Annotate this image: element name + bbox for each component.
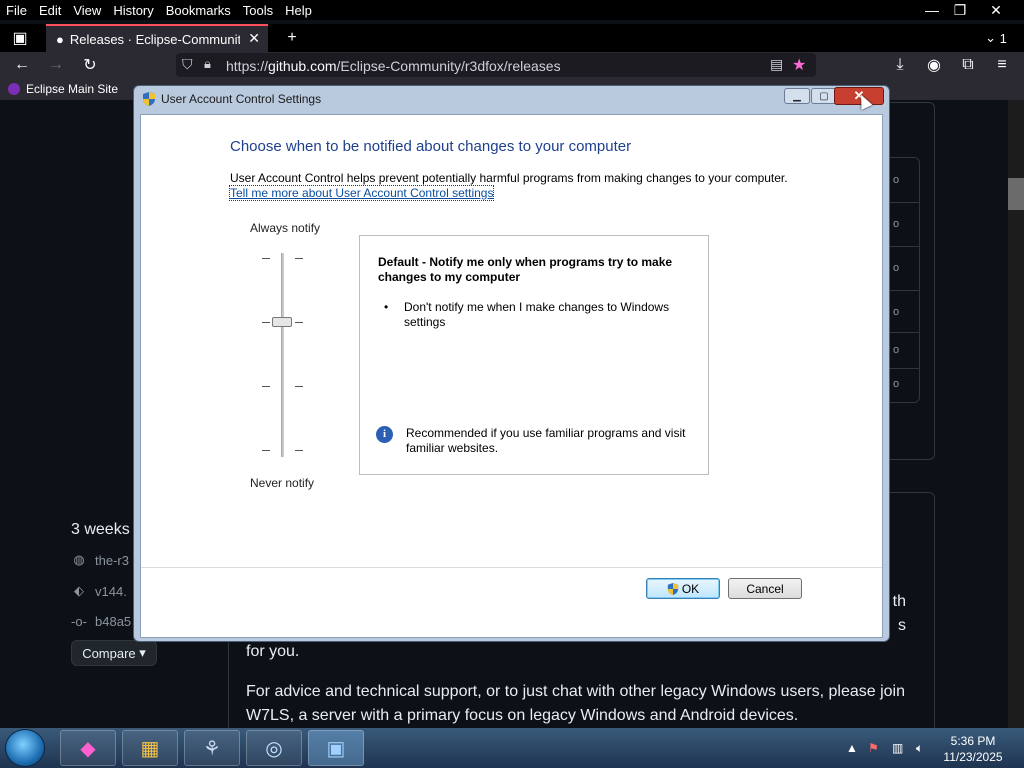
lock-icon[interactable]: 🔒︎	[204, 56, 211, 72]
text-for-you: for you.	[246, 643, 300, 660]
uac-slider-track[interactable]	[281, 253, 284, 457]
tab-count-button[interactable]: ⌄ 1	[978, 27, 1014, 49]
text-support-2: W7LS, a server with a primary focus on l…	[246, 707, 799, 724]
avatar: ◍	[73, 552, 85, 567]
system-clock[interactable]: 5:36 PM 11/23/2025	[938, 733, 1008, 765]
dialog-body: Choose when to be notified about changes…	[140, 114, 883, 638]
setting-description-box: Default - Notify me only when programs t…	[359, 235, 709, 475]
text-fragment-s: s	[898, 617, 906, 634]
slider-tick	[295, 450, 303, 451]
label-never-notify: Never notify	[250, 476, 315, 490]
dialog-separator	[141, 567, 882, 568]
commit-icon: -o-	[71, 613, 87, 629]
uac-shield-icon	[143, 92, 155, 106]
slider-tick	[295, 386, 303, 387]
slider-tick	[295, 322, 303, 323]
slider-tick	[262, 450, 270, 451]
eclipse-icon	[8, 83, 20, 95]
tray-flag-icon[interactable]: ⚑	[868, 728, 879, 768]
nav-bar: ← → ↻ ⛉ 🔒︎ https://github.com/Eclipse-Co…	[0, 52, 1024, 78]
slider-tick	[262, 386, 270, 387]
dialog-minimize-button[interactable]: ▁	[784, 88, 810, 104]
menu-tools[interactable]: Tools	[237, 3, 279, 18]
text-support-1: For advice and technical support, or to …	[246, 683, 905, 700]
label-always-notify: Always notify	[250, 221, 321, 235]
page-scroll-thumb[interactable]	[1008, 178, 1024, 210]
menu-history[interactable]: History	[107, 3, 159, 18]
menu-edit[interactable]: Edit	[33, 3, 67, 18]
url-bar[interactable]: ⛉ 🔒︎ https://github.com/Eclipse-Communit…	[176, 53, 816, 77]
new-tab-icon[interactable]: +	[280, 27, 304, 49]
tab-bar: ▣ ● Releases · Eclipse-Community/r3dfox …	[0, 24, 1024, 52]
compare-button[interactable]: Compare ▾	[71, 640, 157, 666]
url-text: https://github.com/Eclipse-Community/r3d…	[226, 58, 561, 74]
reader-view-icon[interactable]: ▤	[770, 56, 783, 73]
tray-expand-icon[interactable]: ▲	[846, 728, 858, 768]
menu-view[interactable]: View	[67, 3, 107, 18]
taskbar-app-icon[interactable]: ⚘	[184, 730, 240, 766]
uac-dialog: User Account Control Settings ▁ ▢ ✕ Choo…	[133, 85, 890, 642]
clock-time: 5:36 PM	[950, 734, 996, 748]
release-tag[interactable]: ⬖ v144.	[71, 583, 127, 599]
uac-shield-icon	[667, 582, 678, 595]
tab-title: Releases · Eclipse-Community/r3dfox	[69, 31, 240, 47]
taskbar-explorer-icon[interactable]: ▦	[122, 730, 178, 766]
release-author[interactable]: ◍ the-r3	[71, 552, 129, 568]
start-button[interactable]	[6, 730, 44, 766]
menu-file[interactable]: File	[0, 3, 33, 18]
tab-count: 1	[999, 30, 1007, 46]
bullet-icon: •	[384, 300, 389, 314]
menu-bookmarks[interactable]: Bookmarks	[160, 3, 237, 18]
release-date: 3 weeks	[71, 521, 130, 538]
taskbar-control-panel-icon[interactable]: ▣	[308, 730, 364, 766]
taskbar-media-icon[interactable]: ◎	[246, 730, 302, 766]
tab-close-icon[interactable]: ✕	[248, 30, 260, 47]
account-icon[interactable]: ◉	[922, 54, 946, 76]
menu-help[interactable]: Help	[279, 3, 318, 18]
window-minimize-button[interactable]: —	[918, 0, 946, 20]
bookmark-star-icon[interactable]: ★	[792, 55, 806, 75]
uac-help-link[interactable]: Tell me more about User Account Control …	[228, 185, 495, 201]
reload-icon[interactable]: ↻	[78, 54, 102, 76]
tray-volume-icon[interactable]: 🔈︎	[916, 728, 923, 768]
downloads-icon[interactable]: ⤓	[888, 54, 912, 76]
bookmark-eclipse[interactable]: Eclipse Main Site	[8, 82, 118, 96]
dialog-title: User Account Control Settings	[161, 92, 322, 106]
release-commit[interactable]: -o-b48a5	[71, 613, 131, 629]
clock-date: 11/23/2025	[943, 750, 1003, 764]
slider-tick	[295, 258, 303, 259]
menu-bar: File Edit View History Bookmarks Tools H…	[0, 0, 1024, 20]
cancel-button[interactable]: Cancel	[728, 578, 802, 599]
dialog-description: User Account Control helps prevent poten…	[230, 171, 788, 185]
tab-list-icon[interactable]: ▣	[8, 27, 32, 49]
taskbar: ◆ ▦ ⚘ ◎ ▣ ▲ ⚑ ▥ 🔈︎ 5:36 PM 11/23/2025	[0, 728, 1024, 768]
forward-icon[interactable]: →	[44, 54, 68, 76]
extensions-icon[interactable]: ⧉	[956, 54, 980, 76]
asset-list: o o o o o o	[886, 157, 920, 403]
tag-icon: ⬖	[74, 583, 84, 598]
slider-tick	[262, 322, 270, 323]
menu-icon[interactable]: ≡	[990, 54, 1014, 76]
setting-title: Default - Notify me only when programs t…	[378, 255, 673, 284]
window-restore-button[interactable]: ❐	[946, 0, 974, 20]
github-icon: ●	[56, 31, 64, 47]
taskbar-r3dfox-icon[interactable]: ◆	[60, 730, 116, 766]
window-close-button[interactable]: ✕	[982, 0, 1010, 20]
slider-tick	[262, 258, 270, 259]
ok-button[interactable]: OK	[646, 578, 720, 599]
back-icon[interactable]: ←	[10, 54, 34, 76]
tab-releases[interactable]: ● Releases · Eclipse-Community/r3dfox ✕	[46, 24, 268, 52]
info-icon: i	[376, 426, 393, 443]
tracking-shield-icon[interactable]: ⛉	[182, 56, 193, 73]
text-fragment-th: th	[892, 593, 906, 610]
dialog-heading: Choose when to be notified about changes…	[230, 138, 632, 155]
tray-network-icon[interactable]: ▥	[892, 728, 903, 768]
uac-slider-thumb[interactable]	[272, 317, 292, 327]
